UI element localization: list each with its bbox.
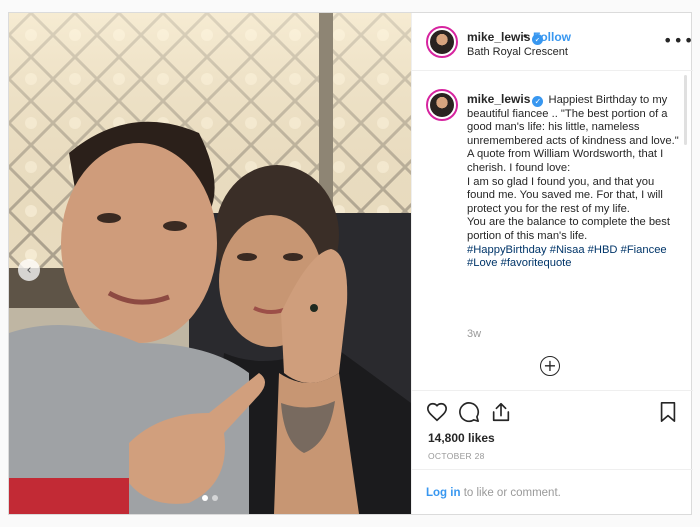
login-prompt-text: Log in to like or comment. — [426, 487, 561, 499]
couple-selfie-image — [9, 13, 411, 514]
caption-username[interactable]: mike_lewis ✓ — [467, 92, 544, 107]
heart-icon[interactable] — [426, 401, 448, 423]
hashtag-link[interactable]: #Love — [467, 257, 497, 269]
hashtag-link[interactable]: #HBD — [588, 244, 618, 256]
avatar[interactable] — [426, 26, 458, 58]
instagram-post: ‹ mike_lewis ✓ • Follow Bath Royal Cresce… — [8, 12, 693, 515]
more-options-icon[interactable]: ••• — [663, 31, 694, 50]
carousel-dot-active — [202, 495, 208, 501]
comment-bubble-icon[interactable] — [458, 401, 480, 423]
post-side-panel: mike_lewis ✓ • Follow Bath Royal Crescent… — [411, 13, 693, 514]
load-more-comments-icon[interactable]: + — [540, 356, 560, 376]
login-prompt: Log in to like or comment. — [412, 469, 693, 514]
scrollbar[interactable] — [684, 75, 687, 145]
carousel-indicator — [202, 495, 218, 501]
verified-badge-icon: ✓ — [532, 96, 544, 107]
header-username[interactable]: mike_lewis ✓ — [467, 30, 544, 45]
hashtag-link[interactable]: #Fiancee — [621, 244, 667, 256]
separator-bullet: • — [523, 29, 528, 43]
like-count[interactable]: 14,800 likes — [428, 431, 495, 445]
login-prompt-rest: to like or comment. — [460, 487, 561, 499]
bookmark-icon[interactable] — [657, 401, 679, 423]
caption-avatar[interactable] — [426, 89, 458, 121]
login-link[interactable]: Log in — [426, 487, 461, 499]
post-photo[interactable]: ‹ — [9, 13, 411, 514]
hashtags: #HappyBirthday #Nisaa #HBD #Fiancee #Lov… — [467, 244, 679, 271]
carousel-dot — [212, 495, 218, 501]
caption-line-2: A quote from William Wordsworth, that I … — [467, 148, 664, 174]
post-header: mike_lewis ✓ • Follow Bath Royal Crescent… — [412, 13, 693, 71]
caption-line-3: I am so glad I found you, and that you f… — [467, 175, 663, 215]
follow-button[interactable]: Follow — [533, 30, 571, 44]
location-link[interactable]: Bath Royal Crescent — [467, 46, 568, 58]
post-actions — [412, 391, 693, 433]
post-date[interactable]: OCTOBER 28 — [428, 451, 485, 461]
caption-line-4: You are the balance to complete the best… — [467, 216, 670, 242]
post-caption: mike_lewis ✓ Happiest Birthday to my beau… — [467, 92, 679, 271]
carousel-prev-button[interactable]: ‹ — [18, 259, 40, 281]
comments-section: mike_lewis ✓ Happiest Birthday to my beau… — [412, 71, 693, 391]
hashtag-link[interactable]: #favoritequote — [501, 257, 572, 269]
hashtag-link[interactable]: #HappyBirthday — [467, 244, 547, 256]
share-icon[interactable] — [490, 401, 512, 423]
caption-timestamp[interactable]: 3w — [467, 328, 481, 340]
hashtag-link[interactable]: #Nisaa — [550, 244, 585, 256]
